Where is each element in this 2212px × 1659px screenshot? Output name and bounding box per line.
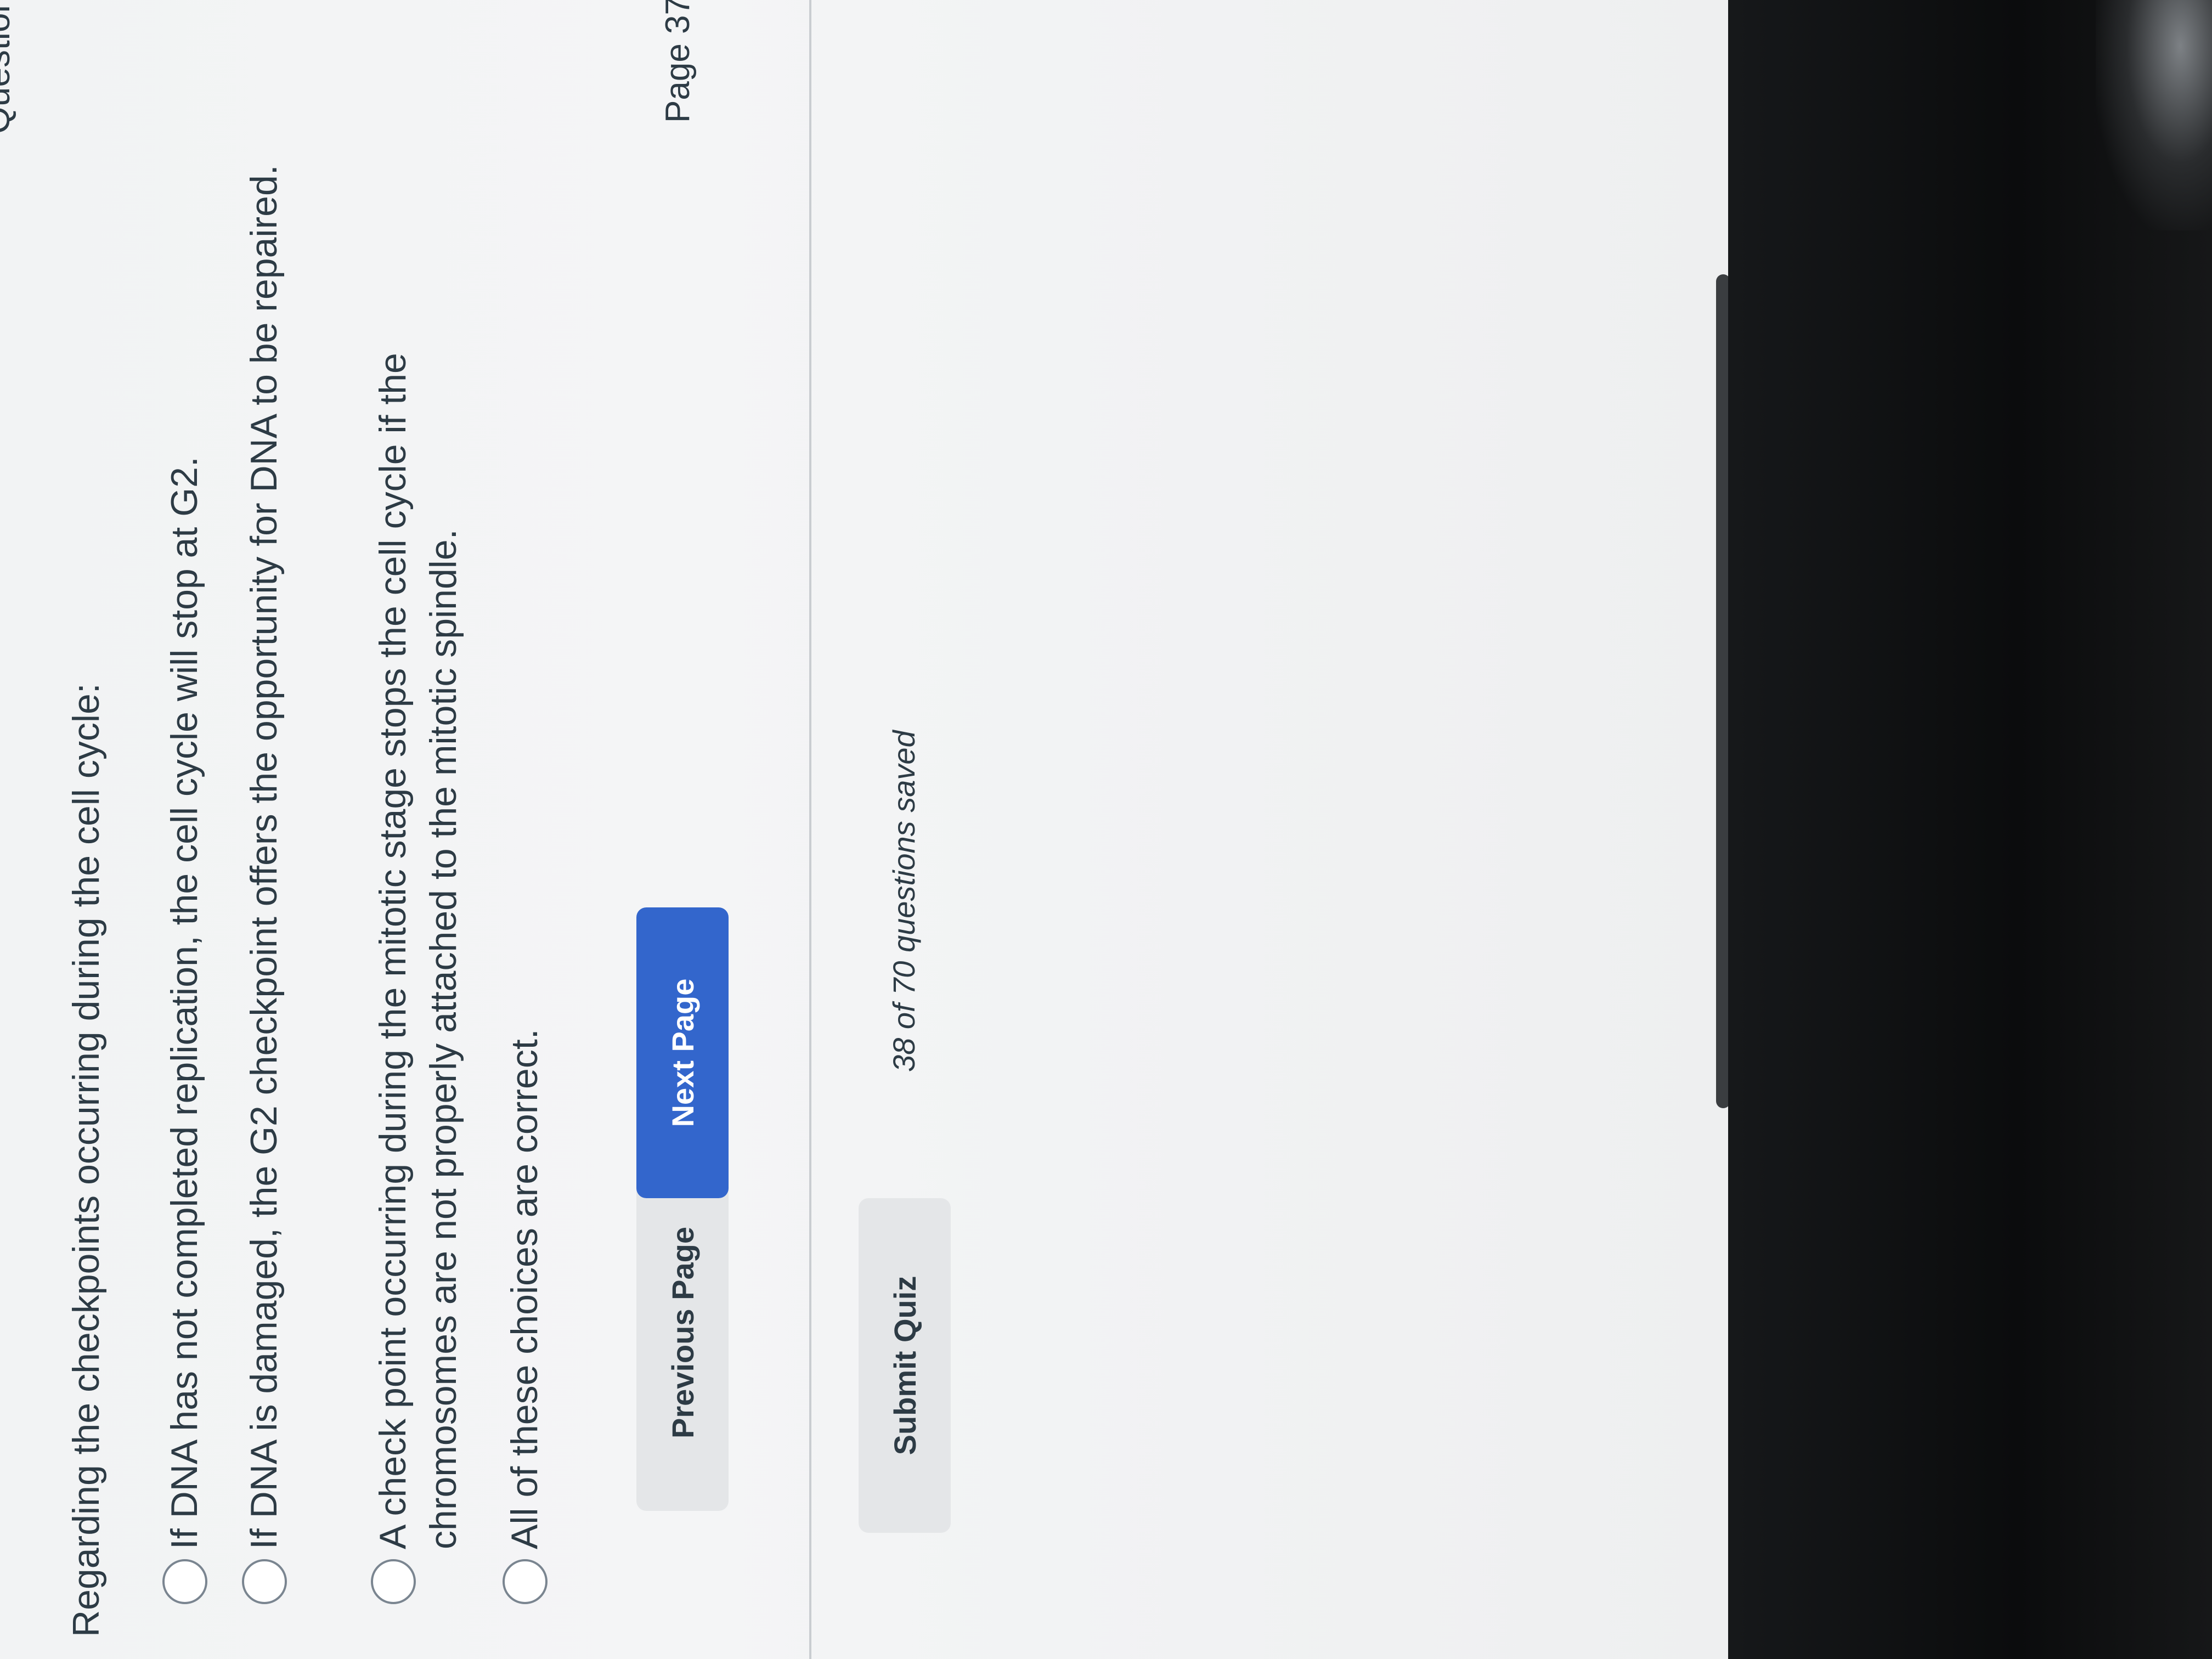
answer-option-2[interactable]: If DNA is damaged, the G2 checkpoint off… xyxy=(239,35,289,1604)
radio-button[interactable] xyxy=(371,1559,416,1604)
answer-option-1[interactable]: If DNA has not completed replication, th… xyxy=(159,68,210,1604)
radio-button[interactable] xyxy=(162,1559,207,1604)
page-indicator: Page 37 of xyxy=(659,0,697,123)
radio-button[interactable] xyxy=(242,1559,287,1604)
divider xyxy=(809,0,811,1659)
radio-button[interactable] xyxy=(503,1559,548,1604)
saved-status: 38 of 70 questions saved xyxy=(887,730,921,1072)
question-header: Question 43 (1.57 points) xyxy=(0,0,18,134)
submit-quiz-button[interactable]: Submit Quiz xyxy=(859,1198,951,1533)
answer-option-3[interactable]: A check point occurring during the mitot… xyxy=(368,35,469,1604)
answer-label: If DNA is damaged, the G2 checkpoint off… xyxy=(243,165,285,1549)
answer-label: All of these choices are correct. xyxy=(504,1029,545,1549)
monitor-bezel xyxy=(1728,0,2212,1659)
question-prompt: Regarding the checkpoints occurring duri… xyxy=(65,683,107,1637)
photo-frame: Question 43 (1.57 points) Regarding the … xyxy=(0,0,2212,1659)
quiz-screen: Question 43 (1.57 points) Regarding the … xyxy=(0,0,1734,1659)
answer-label: A check point occurring during the mitot… xyxy=(372,353,464,1549)
previous-page-button[interactable]: Previous Page xyxy=(636,1154,729,1511)
background-object xyxy=(2096,0,2212,230)
answer-option-4[interactable]: All of these choices are correct. xyxy=(499,507,550,1604)
next-page-button[interactable]: Next Page xyxy=(636,907,729,1198)
answer-label: If DNA has not completed replication, th… xyxy=(163,456,205,1549)
